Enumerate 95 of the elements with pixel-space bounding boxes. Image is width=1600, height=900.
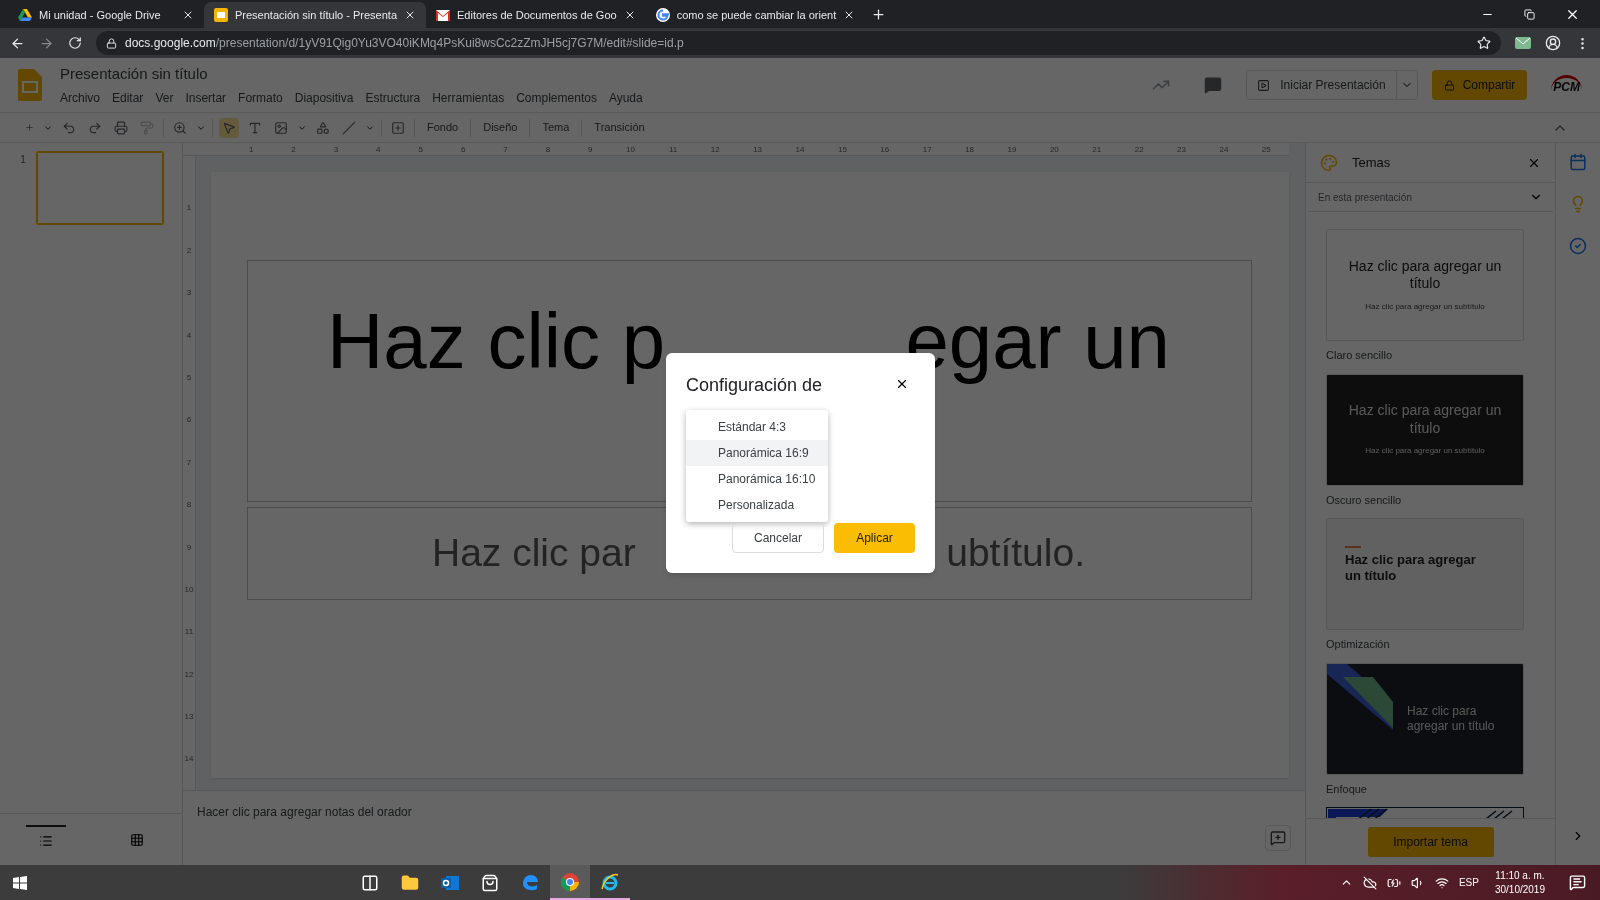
ruler-number: 4 xyxy=(185,329,193,342)
brand-logo: PCM xyxy=(1551,74,1582,96)
subtitle-text: ubtítulo. xyxy=(946,530,1085,577)
cancel-button[interactable]: Cancelar xyxy=(732,523,824,553)
theme-name: Optimización xyxy=(1326,637,1390,652)
mail-app-icon xyxy=(441,873,459,892)
ruler-number: 24 xyxy=(1218,144,1230,155)
check-icon[interactable] xyxy=(1569,237,1587,255)
play-icon xyxy=(1257,78,1271,92)
reload-icon[interactable] xyxy=(68,36,82,50)
address-field[interactable]: docs.google.com/presentation/d/1yV91Qig0Yu3VO40iKMq4PsKui8wsCc2zZmJH5cj7G7M/edit#slide=id.p xyxy=(96,31,1501,55)
theme-name: Oscuro sencillo xyxy=(1326,492,1402,508)
lock-icon xyxy=(1443,79,1455,91)
menu-option[interactable]: Estándar 4:3 xyxy=(686,414,828,440)
title-text: Haz clic p xyxy=(327,299,666,385)
apply-button[interactable]: Aplicar xyxy=(834,523,915,553)
edge-icon xyxy=(521,873,539,892)
grid-icon xyxy=(129,832,144,847)
slides-logo xyxy=(18,69,42,101)
cloud-off-icon[interactable] xyxy=(1362,875,1377,890)
menu-item[interactable]: Formato xyxy=(238,89,283,108)
menu-item[interactable]: Herramientas xyxy=(432,89,505,108)
restore-icon[interactable] xyxy=(1524,8,1535,20)
bookmark-star-icon[interactable] xyxy=(1477,36,1491,50)
menu-option[interactable]: Panorámica 16:10 xyxy=(686,466,828,492)
theme-filter-dropdown[interactable]: En esta presentación xyxy=(1308,183,1553,212)
panel-title: Temas xyxy=(1352,153,1392,172)
slide-thumbnail[interactable] xyxy=(36,151,165,225)
toolbar-button[interactable]: Transición xyxy=(588,119,651,136)
subtitle-text: Haz clic par xyxy=(432,530,636,577)
toolbar-button[interactable]: Fondo xyxy=(421,119,465,136)
toolbar-button[interactable]: Diseño xyxy=(477,119,524,136)
triangle-icon xyxy=(18,9,32,21)
g-icon xyxy=(655,8,670,22)
menu-item[interactable]: Ayuda xyxy=(608,89,643,108)
envelope-icon xyxy=(436,9,451,21)
envelope-icon[interactable] xyxy=(1515,37,1531,49)
menu-option[interactable]: Panorámica 16:9 xyxy=(686,440,828,466)
wifi-icon[interactable] xyxy=(1434,875,1449,890)
calendar-icon[interactable] xyxy=(1569,153,1587,171)
menu-item[interactable]: Estructura xyxy=(365,89,421,108)
close-icon[interactable] xyxy=(895,377,909,391)
url-text: docs.google.com/presentation/d/1yV91Qig0Yu3VO40iKMq4PsKui8wsCc2zZmJH5cj7G7M/edit#slide=id.p xyxy=(125,35,684,52)
add-comment-icon[interactable] xyxy=(1265,825,1291,851)
task-view-icon xyxy=(361,873,379,892)
slides-icon xyxy=(214,8,228,22)
thumbnail-title: Haz clic para agregar un título xyxy=(1347,402,1503,437)
select-icon[interactable] xyxy=(219,117,239,138)
theme-thumbnail[interactable]: Haz clic para agregar un título xyxy=(1326,518,1524,630)
comment-icon[interactable] xyxy=(1204,76,1223,94)
language-indicator[interactable]: ESP xyxy=(1458,875,1479,890)
lock-icon xyxy=(106,37,117,49)
theme-name: Claro sencillo xyxy=(1326,348,1393,363)
theme-thumbnail[interactable]: Haz clic para agregar un título xyxy=(1326,662,1524,775)
shopping-bag-icon xyxy=(481,873,499,892)
chrome-icon xyxy=(561,872,579,891)
tab-title: como se puede cambiar la orient xyxy=(676,7,837,23)
menu-item[interactable]: Complementos xyxy=(516,89,597,108)
tab-title: Presentación sin título - Presenta xyxy=(235,7,398,23)
browser-tab[interactable]: como se puede cambiar la orient xyxy=(645,2,866,28)
profile-icon[interactable] xyxy=(1545,35,1561,51)
back-icon[interactable] xyxy=(10,35,25,51)
tab-title: Editores de Documentos de Goo xyxy=(457,7,617,23)
windows-logo[interactable] xyxy=(13,875,27,890)
theme-name: Enfoque xyxy=(1326,781,1367,797)
import-theme-button[interactable]: Importar tema xyxy=(1367,827,1494,857)
menu-item[interactable]: Ver xyxy=(155,89,174,108)
browser-tab[interactable]: Editores de Documentos de Goo xyxy=(426,2,646,28)
dialog-title: Configuración de xyxy=(686,374,824,397)
menu-item[interactable]: Editar xyxy=(112,89,144,108)
clock-time: 11:10 a. m. xyxy=(1495,868,1545,883)
thumbnail-title: Haz clic para agregar un título xyxy=(1345,552,1477,585)
slide-number: 1 xyxy=(20,152,27,167)
new-tab-icon[interactable] xyxy=(871,7,887,22)
folder-icon xyxy=(401,873,419,892)
menu-item[interactable]: Diapositiva xyxy=(294,89,354,108)
share-button[interactable]: Compartir xyxy=(1431,70,1528,100)
close-icon[interactable] xyxy=(182,9,194,21)
document-title[interactable]: Presentación sin título xyxy=(60,62,643,86)
menu-item[interactable]: Insertar xyxy=(185,89,227,108)
ie-icon xyxy=(601,872,619,891)
stripes-icon xyxy=(1327,663,1393,730)
forward-icon[interactable] xyxy=(39,35,54,51)
notifications-icon[interactable] xyxy=(1569,874,1586,891)
tab-title: Mi unidad - Google Drive xyxy=(39,7,162,23)
palette-icon xyxy=(1320,153,1338,172)
menu-item[interactable]: Archivo xyxy=(60,89,100,108)
toolbar-button[interactable]: Tema xyxy=(536,119,576,136)
thumbnail-title: Haz clic para agregar un título xyxy=(1407,703,1496,734)
browser-tab[interactable]: Presentación sin título - Presenta xyxy=(204,2,427,28)
speaker-notes-field[interactable]: Hacer clic para agregar notas del orador xyxy=(197,803,412,821)
list-icon xyxy=(38,833,53,848)
thumbnail-title: Haz clic para agregar un título xyxy=(1347,257,1503,293)
clock-date: 30/10/2019 xyxy=(1494,882,1545,897)
browser-tab[interactable]: Mi unidad - Google Drive xyxy=(8,2,204,28)
